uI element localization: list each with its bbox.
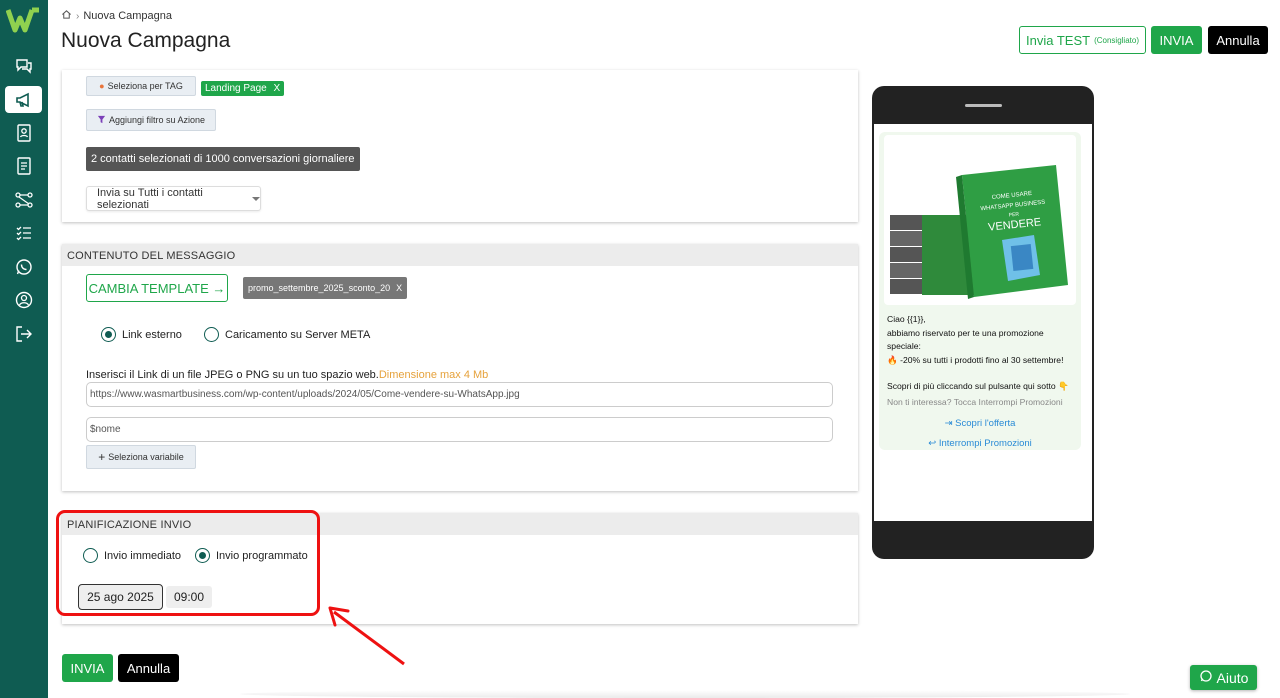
- cta-stop-promotions[interactable]: ↩ Interrompi Promozioni: [879, 438, 1081, 449]
- cta-discover-offer[interactable]: ⇥ Scopri l'offerta: [879, 418, 1081, 429]
- highlight-box: [56, 510, 320, 616]
- send-test-hint: (Consigliato): [1094, 35, 1139, 45]
- cancel-button-top[interactable]: Annulla: [1208, 26, 1268, 54]
- template-chip[interactable]: promo_settembre_2025_sconto_20 X: [243, 277, 408, 299]
- message-body: Ciao {{1}}, abbiamo riservato per te una…: [887, 313, 1077, 394]
- whatsapp-icon[interactable]: [5, 253, 42, 280]
- image-url-input[interactable]: https://www.wasmartbusiness.com/wp-conte…: [86, 382, 833, 407]
- contacts-icon[interactable]: [5, 119, 42, 146]
- logout-icon[interactable]: [5, 320, 42, 347]
- plus-icon: +: [98, 450, 106, 464]
- send-mode-value: Invia su Tutti i contatti selezionati: [97, 186, 203, 211]
- tag-chip-label: Landing Page: [205, 83, 267, 94]
- send-button-bottom[interactable]: INVIA: [62, 654, 113, 682]
- profile-icon[interactable]: [5, 286, 42, 313]
- flow-icon[interactable]: [5, 186, 42, 213]
- radio-meta-upload[interactable]: Caricamento su Server META: [204, 327, 370, 342]
- image-link-hint: Inserisci il Link di un file JPEG o PNG …: [86, 369, 488, 381]
- whatsapp-icon: [1199, 669, 1213, 686]
- radio-meta-upload-label: Caricamento su Server META: [225, 328, 371, 341]
- variable-input[interactable]: $nome: [86, 417, 833, 442]
- campaign-megaphone-icon[interactable]: [5, 86, 42, 113]
- max-size-warning: Dimensione max 4 Mb: [378, 369, 489, 381]
- send-test-label: Invia TEST: [1026, 32, 1091, 48]
- template-chip-remove[interactable]: X: [396, 283, 402, 293]
- message-content-header: CONTENUTO DEL MESSAGGIO: [62, 244, 858, 266]
- change-template-button[interactable]: CAMBIA TEMPLATE →: [86, 274, 228, 302]
- select-by-tag-button[interactable]: ● Seleziona per TAG: [86, 76, 196, 96]
- select-variable-button[interactable]: + Seleziona variabile: [86, 445, 196, 469]
- help-label: Aiuto: [1216, 669, 1249, 686]
- help-button[interactable]: Aiuto: [1190, 665, 1257, 690]
- checklist-icon[interactable]: [5, 219, 42, 246]
- book-cover-image: COME USARE WHATSAPP BUSINESS PER VENDERE: [884, 135, 1076, 305]
- reply-arrow-icon: ↩: [928, 438, 937, 449]
- send-test-button[interactable]: Invia TEST (Consigliato): [1019, 26, 1146, 54]
- page-title: Nuova Campagna: [61, 29, 231, 52]
- bottom-shadow: [240, 690, 1130, 698]
- selected-contacts-count: 2 contatti selezionati di 1000 conversaz…: [86, 147, 360, 171]
- radio-button[interactable]: [204, 327, 219, 342]
- cancel-button-bottom[interactable]: Annulla: [118, 654, 179, 682]
- breadcrumb-current: Nuova Campagna: [83, 10, 173, 22]
- message-bubble: COME USARE WHATSAPP BUSINESS PER VENDERE…: [879, 132, 1081, 450]
- message-line-1: abbiamo riservato per te una promozione …: [887, 327, 1044, 352]
- home-icon[interactable]: [61, 9, 72, 23]
- select-by-tag-label: Seleziona per TAG: [107, 81, 183, 91]
- sidebar: [0, 0, 48, 698]
- app-logo[interactable]: [5, 6, 42, 34]
- book-title-per: PER: [1008, 211, 1019, 218]
- phone-preview: COME USARE WHATSAPP BUSINESS PER VENDERE…: [872, 86, 1094, 559]
- add-action-filter-button[interactable]: Aggiungi filtro su Azione: [86, 109, 216, 131]
- tag-chip-landing-page[interactable]: Landing Page X: [201, 81, 285, 96]
- tag-icon: ●: [99, 81, 105, 91]
- send-button-top[interactable]: INVIA: [1151, 26, 1202, 54]
- tag-chip-remove[interactable]: X: [274, 83, 281, 94]
- radio-button-selected[interactable]: [101, 327, 116, 342]
- message-line-3: Scopri di più cliccando sul pulsante qui…: [887, 381, 1069, 391]
- message-greeting: Ciao {{1}},: [887, 314, 926, 324]
- breadcrumb: › Nuova Campagna: [61, 9, 172, 23]
- phone-speaker: [965, 104, 1002, 107]
- templates-icon[interactable]: [5, 152, 42, 179]
- message-footer: Non ti interessa? Tocca Interrompi Promo…: [887, 397, 1063, 407]
- radio-external-link-label: Link esterno: [122, 328, 182, 341]
- send-mode-select[interactable]: Invia su Tutti i contatti selezionati: [86, 186, 261, 211]
- login-arrow-icon: ⇥: [944, 418, 953, 429]
- add-action-filter-label: Aggiungi filtro su Azione: [108, 115, 206, 125]
- image-link-hint-text: Inserisci il Link di un file JPEG o PNG …: [86, 369, 379, 381]
- cta-stop-promotions-label: Interrompi Promozioni: [938, 438, 1032, 449]
- radio-external-link[interactable]: Link esterno: [101, 327, 182, 342]
- phone-screen: COME USARE WHATSAPP BUSINESS PER VENDERE…: [874, 124, 1092, 521]
- chat-icon[interactable]: [5, 52, 42, 79]
- message-line-2: 🔥 -20% su tutti i prodotti fino al 30 se…: [887, 354, 1064, 365]
- chevron-down-icon: [252, 196, 260, 201]
- breadcrumb-separator: ›: [76, 10, 80, 22]
- annotation-arrow: [328, 606, 405, 666]
- template-chip-label: promo_settembre_2025_sconto_20: [248, 283, 391, 293]
- filter-icon: [97, 115, 106, 126]
- cta-discover-offer-label: Scopri l'offerta: [955, 418, 1016, 429]
- select-variable-label: Seleziona variabile: [108, 452, 184, 462]
